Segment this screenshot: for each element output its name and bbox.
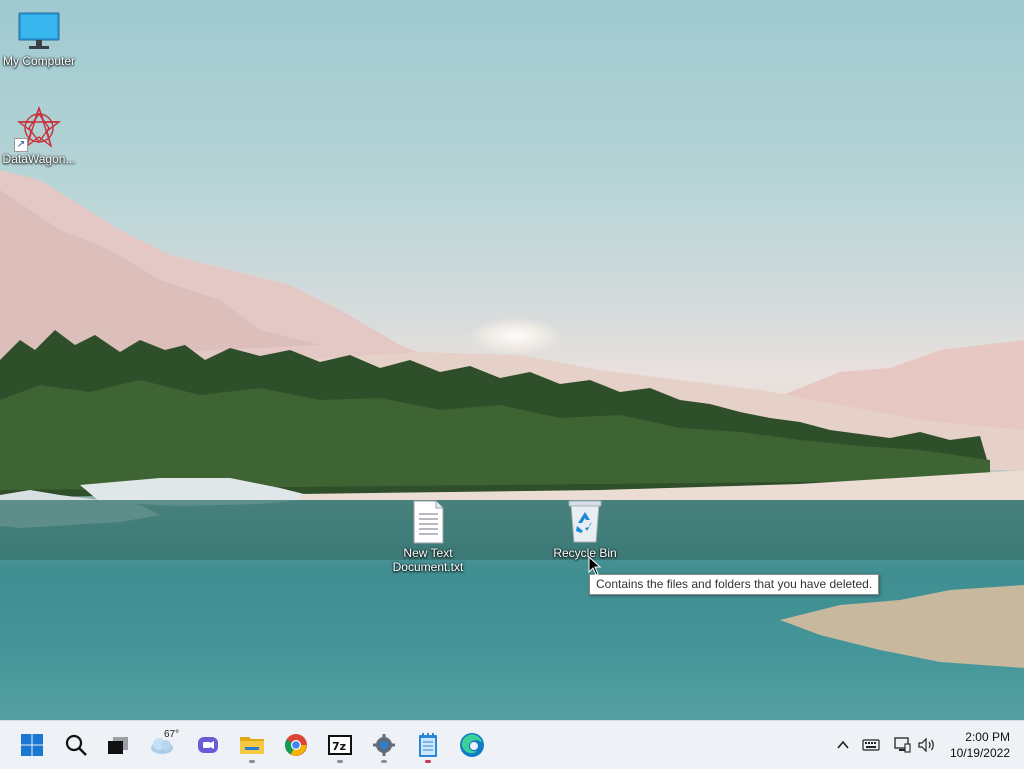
desktop-icon-my-computer[interactable]: My Computer	[0, 12, 78, 68]
edge-button[interactable]	[452, 725, 492, 765]
search-icon	[65, 734, 87, 756]
recycle-bin-tooltip: Contains the files and folders that you …	[589, 574, 880, 595]
desktop-icon-datawagon[interactable]: ↗ DataWagon...	[0, 106, 78, 166]
network-icon	[894, 737, 911, 753]
clock[interactable]: 2:00 PM 10/19/2022	[950, 729, 1010, 761]
gear-icon	[373, 734, 395, 756]
desktop-icon-recycle-bin[interactable]: Recycle Bin	[546, 498, 624, 560]
weather-temperature: 67°	[164, 729, 180, 740]
desktop-wallpaper: My Computer ↗ DataWagon... New Text Docu…	[0, 0, 1024, 720]
svg-text:7z: 7z	[332, 740, 346, 753]
desktop-icon-label-line2: Document.txt	[392, 560, 464, 574]
chat-button[interactable]	[188, 725, 228, 765]
edge-icon	[460, 733, 484, 757]
folder-icon	[240, 737, 264, 754]
chrome-button[interactable]	[276, 725, 316, 765]
running-indicator	[337, 760, 343, 763]
clock-time: 2:00 PM	[965, 730, 1010, 744]
show-hidden-icons-button[interactable]	[833, 735, 853, 755]
7zip-button[interactable]: 7z	[320, 725, 360, 765]
taskbar: 67° 7z 2:00 PM 10/19/2022	[0, 720, 1024, 769]
windows-logo-icon	[21, 734, 43, 756]
file-explorer-button[interactable]	[232, 725, 272, 765]
running-indicator	[249, 760, 255, 763]
task-view-button[interactable]	[98, 725, 138, 765]
task-view-icon	[108, 737, 128, 754]
notepad-button[interactable]	[408, 725, 448, 765]
desktop-icon-label: DataWagon...	[2, 152, 76, 166]
volume-icon	[918, 737, 934, 753]
monitor-icon	[18, 12, 60, 49]
wallpaper-scenery	[0, 170, 1024, 720]
keyboard-button[interactable]	[861, 735, 881, 755]
text-document-icon	[413, 500, 444, 544]
search-button[interactable]	[56, 725, 96, 765]
chrome-icon	[285, 734, 307, 756]
volume-button[interactable]	[917, 735, 937, 755]
active-indicator	[425, 760, 431, 763]
7zip-icon: 7z	[328, 735, 352, 755]
keyboard-icon	[862, 739, 880, 751]
settings-button[interactable]	[364, 725, 404, 765]
recycle-bin-icon	[568, 500, 602, 543]
chevron-up-icon	[837, 740, 849, 749]
notepad-icon	[419, 733, 437, 757]
shortcut-arrow-icon: ↗	[14, 138, 28, 152]
running-indicator	[381, 760, 387, 763]
start-button[interactable]	[12, 725, 52, 765]
clock-date: 10/19/2022	[949, 746, 1010, 760]
desktop-icon-new-text-document[interactable]: New Text Document.txt	[389, 500, 467, 574]
widgets-button[interactable]: 67°	[142, 725, 182, 765]
desktop-icon-label: Recycle Bin	[553, 546, 617, 560]
mouse-cursor-icon	[588, 556, 602, 576]
sun-glow	[470, 318, 560, 354]
network-button[interactable]	[892, 735, 912, 755]
desktop-icon-label-line1: New Text	[403, 546, 453, 560]
desktop-icon-label: My Computer	[2, 54, 76, 68]
teams-chat-icon	[198, 737, 218, 753]
